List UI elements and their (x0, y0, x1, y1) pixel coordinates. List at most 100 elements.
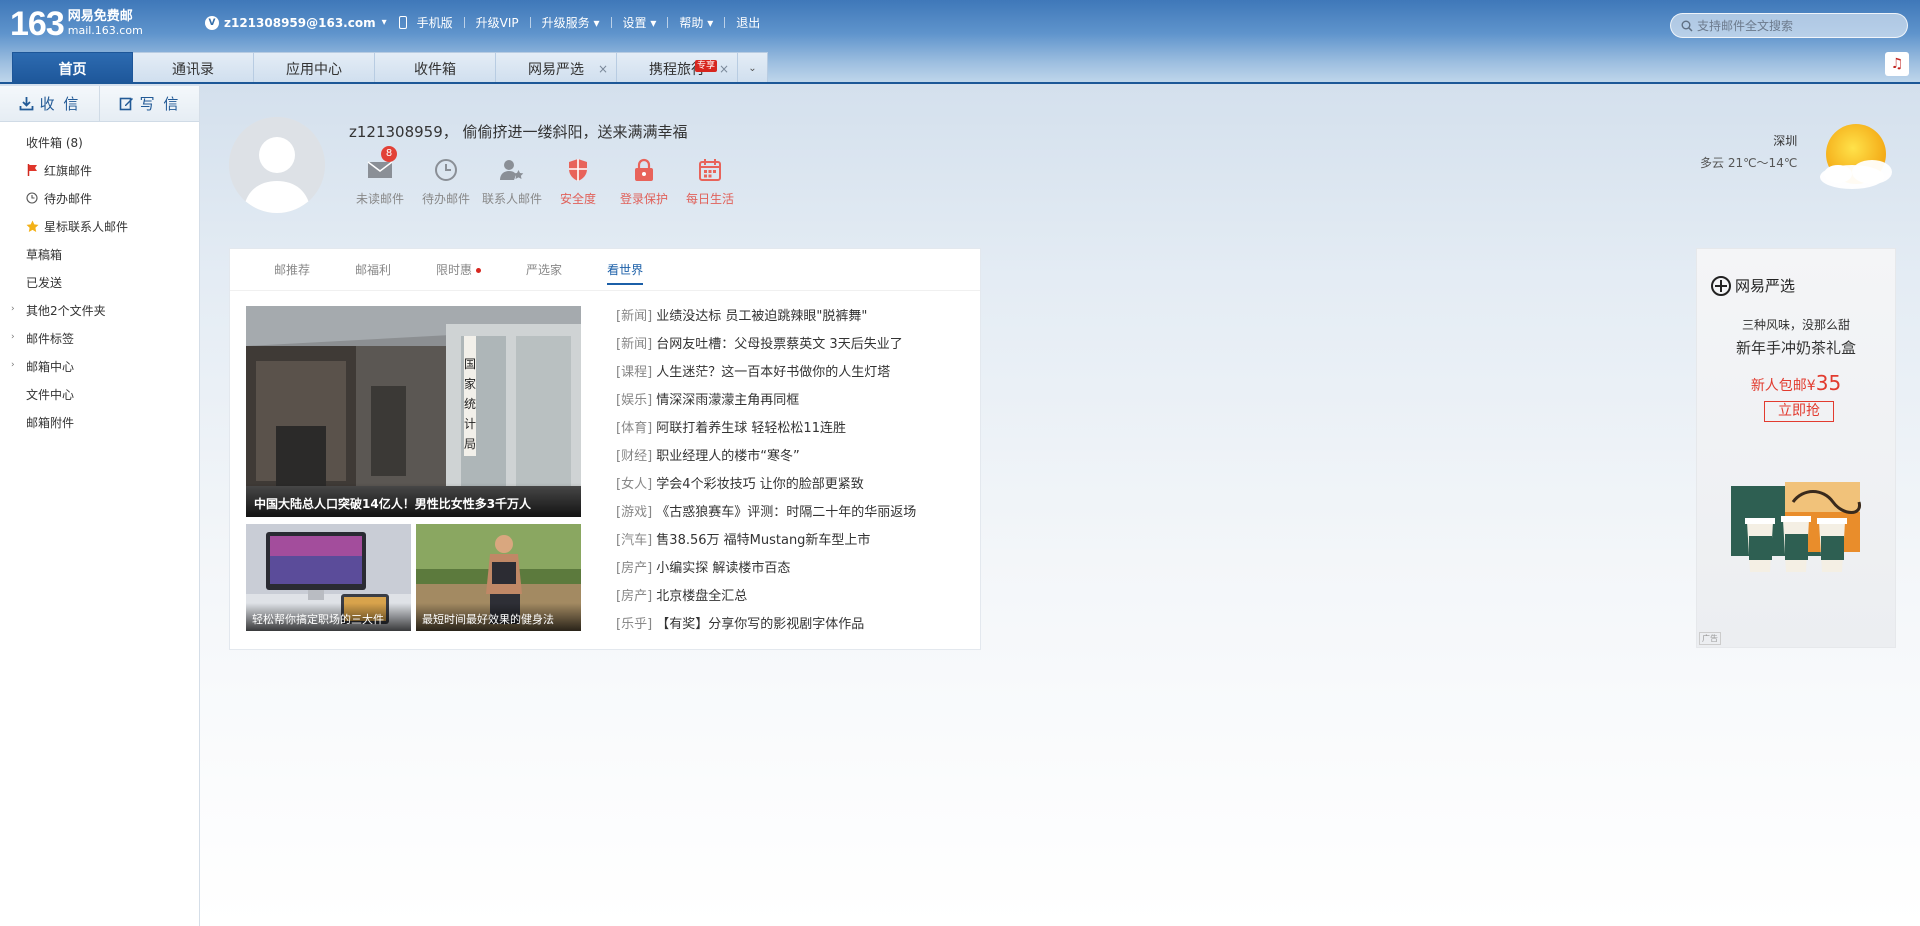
folder-flagged[interactable]: 红旗邮件 (0, 156, 199, 184)
nav-help-label: 帮助 (679, 16, 704, 30)
nav-help[interactable]: 帮助 ▾ (679, 14, 713, 31)
news-item[interactable]: [乐乎] 【有奖】分享你写的影视剧字体作品 (616, 611, 916, 639)
headline-image[interactable]: 国 家 统 计 局 中国大陆总人口突破14亿人！男性比女性多3千万人 (246, 306, 581, 517)
tab-home[interactable]: 首页 (12, 52, 133, 84)
ad-buy-button[interactable]: 立即抢 (1764, 401, 1834, 422)
account-email[interactable]: z121308959@163.com (224, 16, 376, 30)
folder-sent[interactable]: 已发送 (0, 268, 199, 296)
nav-settings[interactable]: 设置 ▾ (623, 14, 657, 31)
search-input[interactable] (1697, 18, 1897, 33)
news-item[interactable]: [娱乐] 情深深雨濛濛主角再同框 (616, 387, 916, 415)
folder-tags[interactable]: › 邮件标签 (0, 324, 199, 352)
tab-mail-recommend[interactable]: 邮推荐 (274, 249, 310, 291)
tabs-more-button[interactable]: ⌄ (738, 52, 768, 84)
top-nav: V z121308959@163.com ▾ 手机版 升级VIP 升级服务 ▾ … (205, 14, 760, 31)
quick-login-protect[interactable]: 登录保护 (611, 156, 677, 207)
default-avatar-icon (229, 117, 325, 213)
news-title: 人生迷茫？这一百本好书做你的人生灯塔 (656, 365, 891, 380)
logo-163[interactable]: 163 网易免费邮 mail.163.com (10, 6, 143, 42)
ad-brand: 网易严选 (1711, 275, 1795, 296)
tab-inbox[interactable]: 收件箱 (375, 52, 496, 84)
new-dot-icon (476, 267, 482, 273)
folder-drafts[interactable]: 草稿箱 (0, 240, 199, 268)
chevron-down-icon: ▾ (589, 16, 600, 30)
receive-mail-button[interactable]: 收 信 (0, 86, 100, 121)
expand-arrow-icon[interactable]: › (11, 304, 15, 314)
vip-level-icon[interactable]: V (205, 15, 219, 30)
folder-mail-center[interactable]: › 邮箱中心 (0, 352, 199, 380)
thumb-office[interactable]: 轻松帮你搞定职场的三大件 (246, 524, 411, 631)
close-icon[interactable]: × (719, 62, 729, 76)
close-icon[interactable]: × (598, 62, 608, 76)
tab-see-world[interactable]: 看世界 (607, 249, 644, 291)
tab-limited-offer[interactable]: 限时惠 (436, 249, 482, 291)
expand-arrow-icon[interactable]: › (11, 360, 15, 370)
nav-upgrade-service[interactable]: 升级服务 ▾ (542, 14, 600, 31)
tab-app-center[interactable]: 应用中心 (254, 52, 375, 84)
news-category: [体育] (616, 421, 653, 436)
tab-yanxuan[interactable]: 网易严选 × (496, 52, 617, 84)
milk-tea-gift-box-image (1731, 482, 1861, 572)
greeting-text: z121308959， 偷偷挤进一缕斜阳，送来满满幸福 (349, 123, 688, 141)
news-title: 阿联打着养生球 轻轻松松11连胜 (656, 421, 846, 436)
mobile-phone-icon[interactable] (398, 16, 407, 29)
nav-mobile-version[interactable]: 手机版 (417, 14, 453, 31)
quick-unread-mail[interactable]: 8 未读邮件 (347, 146, 413, 207)
news-item[interactable]: [房产] 小编实探 解读楼市百态 (616, 555, 916, 583)
compose-button[interactable]: 写 信 (100, 86, 199, 121)
news-item[interactable]: [游戏] 《古惑狼赛车》评测：时隔二十年的华丽返场 (616, 499, 916, 527)
folder-inbox[interactable]: 收件箱 (8) (0, 128, 199, 156)
ad-price-value: 35 (1815, 371, 1842, 395)
thumb-fitness[interactable]: 最短时间最好效果的健身法 (416, 524, 581, 631)
exclusive-badge: 专享 (694, 60, 717, 72)
folder-label: 邮件标签 (26, 331, 75, 346)
account-dropdown-icon[interactable]: ▾ (382, 17, 387, 28)
mail-search-box[interactable] (1670, 13, 1908, 38)
news-item[interactable]: [女人] 学会4个彩妆技巧 让你的脸部更紧致 (616, 471, 916, 499)
avatar[interactable] (229, 117, 325, 213)
quick-security[interactable]: 安全度 (545, 156, 611, 207)
thumb-office-caption: 轻松帮你搞定职场的三大件 (246, 603, 411, 631)
yanxuan-ad[interactable]: 网易严选 三种风味，没那么甜 新年手冲奶茶礼盒 新人包邮¥35 立即抢 广告 (1696, 248, 1896, 648)
news-item[interactable]: [体育] 阿联打着养生球 轻轻松松11连胜 (616, 415, 916, 443)
quick-daily-life[interactable]: 每日生活 (677, 156, 743, 207)
music-player-icon[interactable]: ♫ (1885, 52, 1909, 76)
news-item[interactable]: [房产] 北京楼盘全汇总 (616, 583, 916, 611)
ad-tagline: 三种风味，没那么甜 (1741, 318, 1850, 332)
folder-other[interactable]: › 其他2个文件夹 (0, 296, 199, 324)
sidebar: 收 信 写 信 收件箱 (8) 红旗邮件 待办邮件 星标联系人邮件 草稿箱 已发… (0, 86, 200, 926)
weather-widget[interactable]: 深圳 多云 21℃～14℃ (1700, 132, 1797, 171)
weather-desc: 多云 21℃～14℃ (1700, 156, 1798, 170)
red-flag-icon (25, 164, 39, 176)
tab-label: 收件箱 (414, 61, 456, 78)
folder-attachments[interactable]: 邮箱附件 (0, 408, 199, 436)
news-category: [游戏] (616, 505, 653, 520)
contact-star-icon (499, 156, 525, 184)
tab-ctrip[interactable]: 携程旅行 专享 × (617, 52, 738, 84)
edit-icon (119, 97, 133, 111)
nav-divider (610, 17, 612, 28)
news-title: 台网友吐槽：父母投票蔡英文 3天后失业了 (656, 337, 903, 352)
nav-divider (724, 17, 726, 28)
quick-todo-mail[interactable]: 待办邮件 (413, 156, 479, 207)
news-item[interactable]: [新闻] 台网友吐槽：父母投票蔡英文 3天后失业了 (616, 331, 916, 359)
news-item[interactable]: [财经] 职业经理人的楼市“寒冬” (616, 443, 916, 471)
news-item[interactable]: [新闻] 业绩没达标 员工被迫跳辣眼"脱裤舞" (616, 303, 916, 331)
tab-label: 严选家 (526, 262, 563, 277)
nav-divider (463, 17, 465, 28)
news-item[interactable]: [汽车] 售38.56万 福特Mustang新车型上市 (616, 527, 916, 555)
news-item[interactable]: [课程] 人生迷茫？这一百本好书做你的人生灯塔 (616, 359, 916, 387)
nav-logout[interactable]: 退出 (736, 14, 760, 31)
news-category: [乐乎] (616, 617, 653, 632)
folder-starred-contacts[interactable]: 星标联系人邮件 (0, 212, 199, 240)
nav-upgrade-vip[interactable]: 升级VIP (476, 14, 519, 31)
tab-yanxuan-home[interactable]: 严选家 (526, 249, 562, 291)
expand-arrow-icon[interactable]: › (11, 332, 15, 342)
folder-todo[interactable]: 待办邮件 (0, 184, 199, 212)
quick-contact-mail[interactable]: 联系人邮件 (479, 156, 545, 207)
folder-file-center[interactable]: 文件中心 (0, 380, 199, 408)
folder-label: 星标联系人邮件 (44, 219, 129, 234)
ad-brand-name: 网易严选 (1735, 277, 1796, 295)
tab-mail-welfare[interactable]: 邮福利 (355, 249, 391, 291)
tab-contacts[interactable]: 通讯录 (133, 52, 254, 84)
